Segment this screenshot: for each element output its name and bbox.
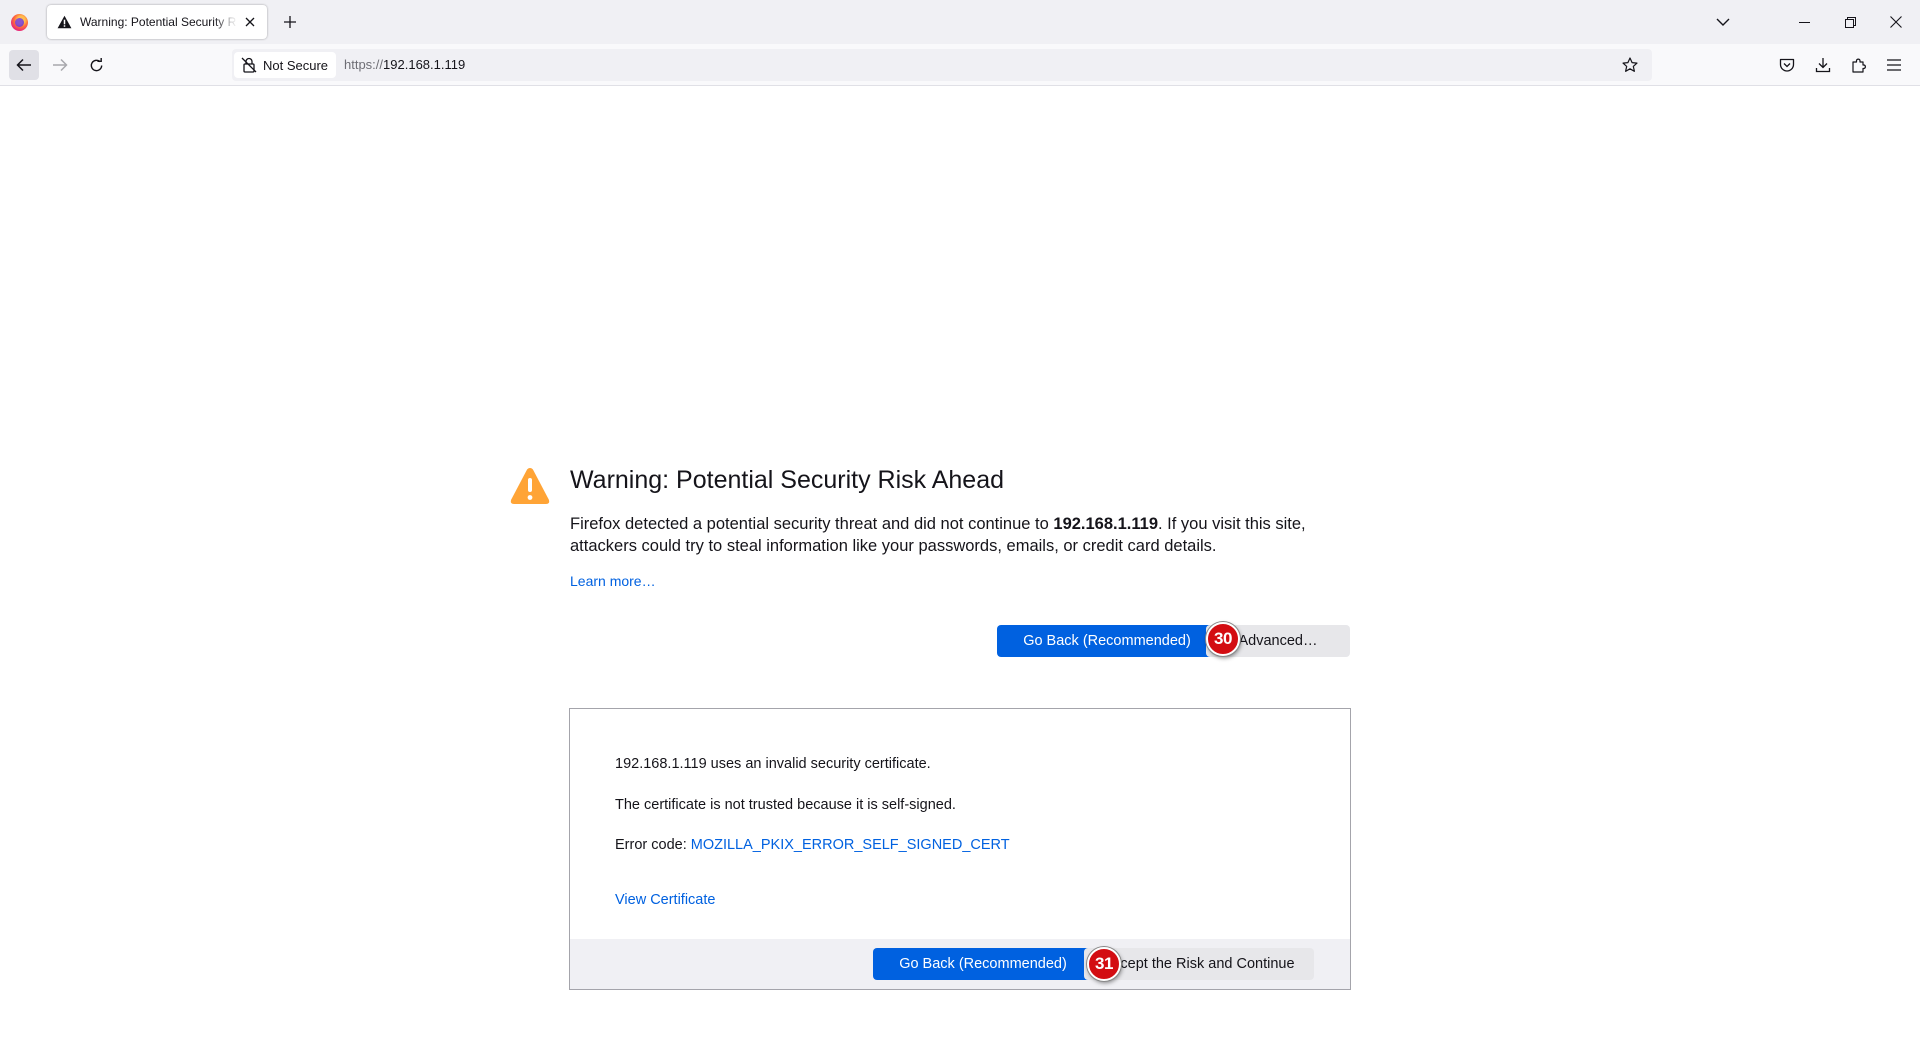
target-host: 192.168.1.119 bbox=[1053, 515, 1158, 533]
site-identity-button[interactable]: Not Secure bbox=[234, 52, 337, 78]
url-host: 192.168.1.119 bbox=[383, 57, 466, 72]
advanced-panel: 192.168.1.119 uses an invalid security c… bbox=[569, 708, 1351, 990]
insecure-lock-icon bbox=[241, 57, 257, 73]
address-bar[interactable]: Not Secure https://192.168.1.119 bbox=[232, 49, 1652, 81]
tab-strip: Warning: Potential Security Risk Ahead bbox=[0, 0, 1920, 44]
restore-icon bbox=[1844, 16, 1856, 28]
forward-button[interactable] bbox=[45, 50, 75, 80]
bookmark-star-button[interactable] bbox=[1620, 55, 1640, 75]
forward-arrow-icon bbox=[53, 58, 68, 72]
new-tab-button[interactable] bbox=[280, 12, 300, 32]
self-signed-text: The certificate is not trusted because i… bbox=[615, 797, 956, 813]
app-menu-button[interactable] bbox=[1884, 55, 1904, 75]
firefox-logo-icon bbox=[11, 14, 28, 31]
error-description: Firefox detected a potential security th… bbox=[570, 515, 1306, 555]
page-title: Warning: Potential Security Risk Ahead bbox=[570, 466, 1005, 494]
not-secure-label: Not Secure bbox=[263, 57, 329, 73]
step-marker-badge: 30 bbox=[1206, 622, 1240, 656]
puzzle-piece-icon bbox=[1852, 58, 1866, 73]
tab-title: Warning: Potential Security Risk Ahead bbox=[80, 15, 237, 29]
go-back-button-secondary[interactable]: Go Back (Recommended) bbox=[873, 948, 1093, 980]
close-tab-icon[interactable] bbox=[241, 13, 259, 31]
go-back-button[interactable]: Go Back (Recommended) bbox=[997, 625, 1217, 657]
close-icon bbox=[1890, 16, 1902, 28]
minimize-window-button[interactable] bbox=[1781, 0, 1827, 44]
reload-button[interactable] bbox=[81, 50, 111, 80]
url-input[interactable]: https://192.168.1.119 bbox=[344, 57, 465, 72]
navigation-toolbar: Not Secure https://192.168.1.119 bbox=[0, 44, 1920, 86]
error-code-line: Error code: MOZILLA_PKIX_ERROR_SELF_SIGN… bbox=[615, 837, 1010, 853]
tab-security-warning[interactable]: Warning: Potential Security Risk Ahead bbox=[47, 5, 267, 39]
advanced-panel-footer: Go Back (Recommended) Accept the Risk an… bbox=[570, 939, 1350, 989]
learn-more-link[interactable]: Learn more… bbox=[570, 573, 656, 589]
invalid-certificate-text: 192.168.1.119 uses an invalid security c… bbox=[615, 756, 931, 772]
plus-icon bbox=[284, 16, 296, 28]
back-arrow-icon bbox=[16, 58, 31, 72]
url-scheme: https:// bbox=[344, 57, 384, 72]
pocket-button[interactable] bbox=[1777, 55, 1797, 75]
hamburger-menu-icon bbox=[1887, 59, 1901, 71]
view-certificate-link[interactable]: View Certificate bbox=[615, 892, 715, 908]
main-button-row: Go Back (Recommended) Advanced… 30 bbox=[570, 622, 1350, 657]
pocket-icon bbox=[1779, 58, 1795, 72]
star-icon bbox=[1622, 57, 1638, 72]
close-window-button[interactable] bbox=[1873, 0, 1919, 44]
download-icon bbox=[1815, 58, 1831, 73]
downloads-button[interactable] bbox=[1813, 55, 1833, 75]
error-code-link[interactable]: MOZILLA_PKIX_ERROR_SELF_SIGNED_CERT bbox=[691, 837, 1010, 853]
extensions-button[interactable] bbox=[1849, 55, 1869, 75]
warning-icon bbox=[56, 14, 72, 30]
error-page-container: Warning: Potential Security Risk Ahead F… bbox=[510, 460, 1350, 591]
minimize-icon bbox=[1798, 21, 1810, 23]
list-all-tabs-button[interactable] bbox=[1713, 12, 1733, 32]
restore-window-button[interactable] bbox=[1827, 0, 1873, 44]
warning-triangle-icon bbox=[510, 468, 550, 504]
step-marker-badge: 31 bbox=[1087, 947, 1121, 981]
reload-icon bbox=[90, 57, 102, 71]
back-button[interactable] bbox=[9, 50, 39, 80]
chevron-down-icon bbox=[1716, 18, 1730, 26]
